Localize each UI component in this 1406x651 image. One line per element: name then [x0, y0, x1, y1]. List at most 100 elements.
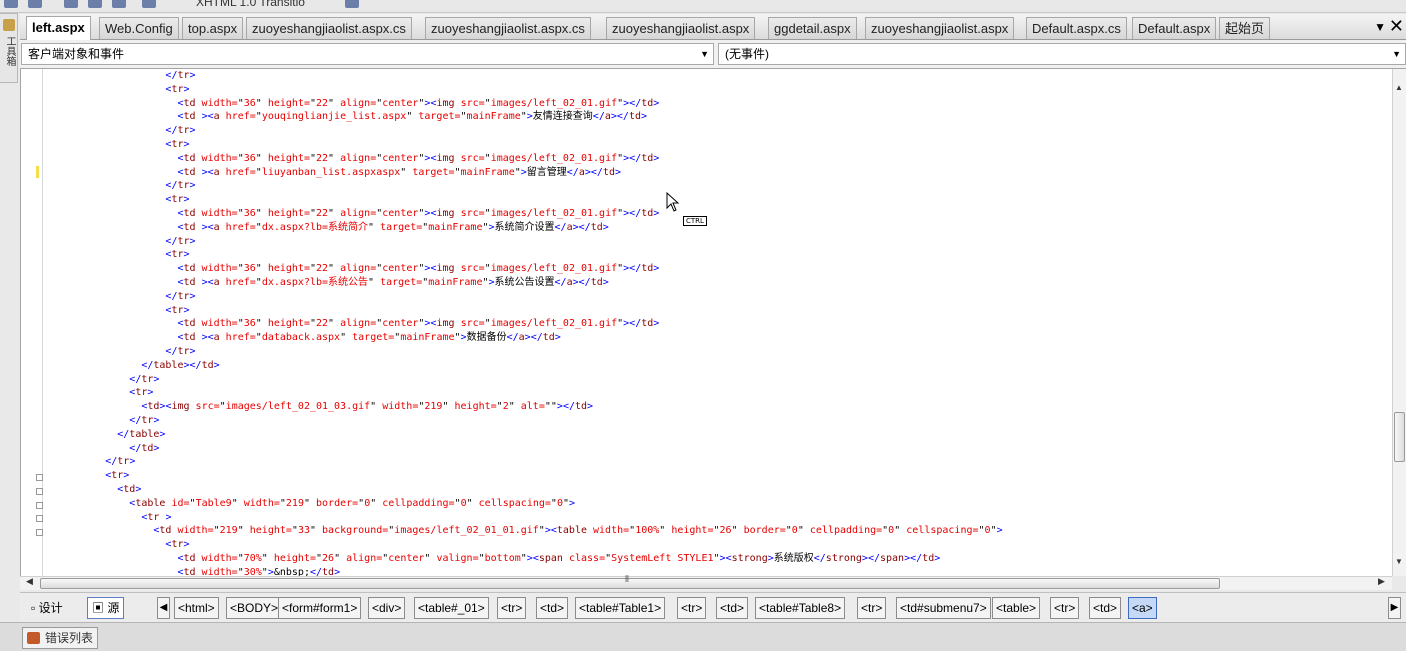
code-line[interactable]: <td width="219" height="33" background="…	[45, 524, 1392, 538]
breadcrumb-item[interactable]: <div>	[368, 597, 406, 619]
code-line[interactable]: </tr>	[45, 345, 1392, 359]
validate-icon[interactable]	[345, 0, 359, 8]
code-line[interactable]: </tr>	[45, 373, 1392, 387]
fold-toggle-icon[interactable]	[36, 529, 43, 536]
fold-toggle-icon[interactable]	[36, 488, 43, 495]
code-line[interactable]: </tr>	[45, 69, 1392, 83]
tab-list-dropdown-icon[interactable]: ▼	[1374, 20, 1386, 34]
breadcrumb-item[interactable]: <BODY>	[226, 597, 283, 619]
client-objects-dropdown[interactable]: 客户端对象和事件 ▼	[21, 43, 714, 65]
tab-zuoyeshangjiaolist-aspx-cs-1[interactable]: zuoyeshangjiaolist.aspx.cs	[246, 17, 412, 39]
code-line[interactable]: </tr>	[45, 179, 1392, 193]
vertical-scroll-thumb[interactable]	[1394, 412, 1405, 462]
close-tab-icon[interactable]: ✕	[1389, 16, 1404, 36]
code-line[interactable]: <tr>	[45, 538, 1392, 552]
breadcrumb-item[interactable]: <form#form1>	[278, 597, 362, 619]
code-line[interactable]: <td width="36" height="22" align="center…	[45, 152, 1392, 166]
code-line[interactable]: </tr>	[45, 414, 1392, 428]
tab-default-aspx-cs[interactable]: Default.aspx.cs	[1026, 17, 1127, 39]
code-line[interactable]: </td>	[45, 442, 1392, 456]
code-line[interactable]: <td>	[45, 483, 1392, 497]
redo-icon[interactable]	[28, 0, 42, 8]
horizontal-scrollbar[interactable]: ◀ ⦀ ▶	[20, 574, 1392, 590]
code-editor[interactable]: </tr> <tr> <td width="36" height="22" al…	[20, 69, 1392, 576]
code-line[interactable]: </tr>	[45, 455, 1392, 469]
breadcrumb-item[interactable]: <html>	[174, 597, 219, 619]
code-line[interactable]: <td width="70%" height="26" align="cente…	[45, 552, 1392, 566]
events-dropdown[interactable]: (无事件) ▼	[718, 43, 1406, 65]
code-line[interactable]: <td><img src="images/left_02_01_03.gif" …	[45, 400, 1392, 414]
code-line[interactable]: </tr>	[45, 290, 1392, 304]
format-icon[interactable]	[64, 0, 78, 8]
tab-top-aspx[interactable]: top.aspx	[182, 17, 244, 39]
horizontal-scroll-thumb[interactable]	[40, 578, 1220, 589]
code-line[interactable]: <tr>	[45, 304, 1392, 318]
code-line[interactable]: <td ><a href="youqinglianjie_list.aspx" …	[45, 110, 1392, 124]
code-line[interactable]: <td width="30%">&nbsp;</td>	[45, 566, 1392, 576]
breadcrumb-item[interactable]: <td>	[1089, 597, 1122, 619]
fold-toggle-icon[interactable]	[36, 515, 43, 522]
toolbox-strip[interactable]: 工具箱	[0, 13, 18, 83]
tab-web-config[interactable]: Web.Config	[99, 17, 179, 39]
breadcrumb-item[interactable]: <td>	[716, 597, 749, 619]
breadcrumb-item[interactable]: <a>	[1128, 597, 1157, 619]
tab-start-page[interactable]: 起始页	[1219, 17, 1271, 39]
scroll-left-icon[interactable]: ◀	[26, 576, 33, 587]
code-line[interactable]: <td ><a href="dx.aspx?lb=系统简介" target="m…	[45, 221, 1392, 235]
undo-icon[interactable]	[4, 0, 18, 8]
code-line[interactable]: <td width="36" height="22" align="center…	[45, 207, 1392, 221]
code-line[interactable]: <td width="36" height="22" align="center…	[45, 317, 1392, 331]
code-line[interactable]: <td width="36" height="22" align="center…	[45, 97, 1392, 111]
breadcrumb-item[interactable]: <tr>	[677, 597, 707, 619]
breadcrumb-prev-icon[interactable]: ◀	[157, 597, 170, 619]
doctype-select[interactable]: XHTML 1.0 Transitio	[196, 0, 305, 9]
breadcrumb-item[interactable]: <tr>	[857, 597, 887, 619]
code-line[interactable]: <td ><a href="liuyanban_list.aspxaspx" t…	[45, 166, 1392, 180]
breadcrumb-next-icon[interactable]: ▶	[1388, 597, 1401, 619]
error-list-tab[interactable]: 错误列表	[22, 627, 99, 649]
tab-zuoyeshangjiaolist-aspx-cs-2[interactable]: zuoyeshangjiaolist.aspx.cs	[425, 17, 591, 39]
breadcrumb-item[interactable]: <td#submenu7>	[896, 597, 991, 619]
code-line[interactable]: <td ><a href="dx.aspx?lb=系统公告" target="m…	[45, 276, 1392, 290]
scroll-right-icon[interactable]: ▶	[1378, 576, 1385, 587]
scroll-down-icon[interactable]: ▼	[1395, 557, 1403, 566]
breadcrumb-item[interactable]: <table#Table1>	[575, 597, 666, 619]
events-value: (无事件)	[725, 47, 769, 61]
tab-default-aspx[interactable]: Default.aspx	[1132, 17, 1217, 39]
tab-ggdetail-aspx[interactable]: ggdetail.aspx	[768, 17, 857, 39]
source-view-button[interactable]: ▣ 源	[87, 597, 125, 619]
outdent-icon[interactable]	[112, 0, 126, 8]
tab-zuoyeshangjiaolist-aspx-2[interactable]: zuoyeshangjiaolist.aspx	[865, 17, 1015, 39]
breadcrumb-item[interactable]: <table#_01>	[414, 597, 489, 619]
scroll-up-icon[interactable]: ▲	[1395, 83, 1403, 92]
tab-zuoyeshangjiaolist-aspx-1[interactable]: zuoyeshangjiaolist.aspx	[606, 17, 756, 39]
code-line[interactable]: <tr>	[45, 83, 1392, 97]
code-line[interactable]: <tr>	[45, 193, 1392, 207]
indent-icon[interactable]	[88, 0, 102, 8]
code-line[interactable]: </tr>	[45, 235, 1392, 249]
fold-toggle-icon[interactable]	[36, 502, 43, 509]
breadcrumb-item[interactable]: <table>	[992, 597, 1041, 619]
code-line[interactable]: <td width="36" height="22" align="center…	[45, 262, 1392, 276]
breadcrumb-item[interactable]: <tr>	[1050, 597, 1080, 619]
code-line[interactable]: <tr>	[45, 248, 1392, 262]
code-line[interactable]: <tr>	[45, 138, 1392, 152]
vertical-scrollbar[interactable]: ▲ ▼	[1392, 69, 1406, 576]
code-line[interactable]: <tr>	[45, 386, 1392, 400]
code-line[interactable]: </tr>	[45, 124, 1392, 138]
fold-toggle-icon[interactable]	[36, 474, 43, 481]
code-line[interactable]: </table>	[45, 428, 1392, 442]
code-area[interactable]: </tr> <tr> <td width="36" height="22" al…	[45, 69, 1392, 576]
align-icon[interactable]	[142, 0, 156, 8]
code-line[interactable]: </table></td>	[45, 359, 1392, 373]
breadcrumb-item[interactable]: <td>	[536, 597, 569, 619]
code-line[interactable]: <table id="Table9" width="219" border="0…	[45, 497, 1392, 511]
breadcrumb-item[interactable]: <table#Table8>	[755, 597, 846, 619]
code-line[interactable]: <tr >	[45, 511, 1392, 525]
code-line[interactable]: <tr>	[45, 469, 1392, 483]
design-label: 设计	[38, 601, 63, 615]
code-line[interactable]: <td ><a href="databack.aspx" target="mai…	[45, 331, 1392, 345]
design-view-button[interactable]: ▫ 设计	[26, 597, 68, 619]
tab-left-aspx[interactable]: left.aspx	[26, 16, 91, 40]
breadcrumb-item[interactable]: <tr>	[497, 597, 527, 619]
